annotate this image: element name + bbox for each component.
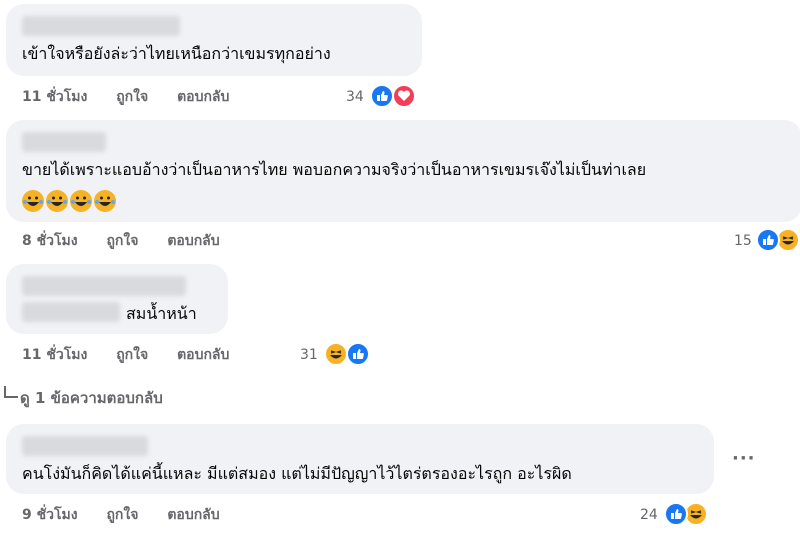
comment-actions: 8 ชั่วโมง ถูกใจ ตอบกลับ: [22, 232, 220, 250]
comment-actions: 9 ชั่วโมง ถูกใจ ตอบกลับ: [22, 506, 220, 524]
comment-text: สมน้ำหน้า: [126, 304, 197, 323]
reply-arrow-icon: [4, 386, 18, 398]
reply-button[interactable]: ตอบกลับ: [177, 347, 229, 363]
like-button[interactable]: ถูกใจ: [116, 347, 148, 363]
reaction-count[interactable]: 24: [640, 506, 658, 524]
comment-text: คนโง่มันก็คิดได้แค่นี้แหละ มีแต่สมอง แต่…: [22, 464, 572, 483]
view-replies-label: ดู 1 ข้อความตอบกลับ: [20, 389, 163, 407]
love-icon[interactable]: [392, 84, 416, 108]
like-button[interactable]: ถูกใจ: [106, 507, 138, 523]
comment-actions: 11 ชั่วโมง ถูกใจ ตอบกลับ: [22, 346, 229, 364]
timestamp-link[interactable]: 11 ชั่วโมง: [22, 89, 87, 105]
timestamp-link[interactable]: 11 ชั่วโมง: [22, 347, 87, 363]
timestamp-link[interactable]: 9 ชั่วโมง: [22, 507, 78, 523]
laugh-tears-emoji: [70, 190, 92, 212]
reaction-count[interactable]: 34: [346, 88, 364, 106]
comment-text: ขายได้เพราะแอบอ้างว่าเป็นอาหารไทย พอบอกค…: [22, 160, 647, 179]
author-name-redacted[interactable]: [22, 276, 186, 296]
laugh-tears-emoji: [22, 190, 44, 212]
like-icon[interactable]: [756, 228, 780, 252]
reaction-count[interactable]: 31: [300, 346, 318, 364]
comment-bubble: ขายได้เพราะแอบอ้างว่าเป็นอาหารไทย พอบอกค…: [6, 120, 800, 222]
reply-button[interactable]: ตอบกลับ: [167, 233, 219, 249]
reply-button[interactable]: ตอบกลับ: [177, 89, 229, 105]
more-options-icon[interactable]: ···: [732, 448, 756, 469]
emoji-row: [22, 190, 122, 214]
like-button[interactable]: ถูกใจ: [116, 89, 148, 105]
comment-actions: 11 ชั่วโมง ถูกใจ ตอบกลับ: [22, 88, 229, 106]
author-name-redacted: [22, 302, 120, 322]
comment-text: เข้าใจหรือยังล่ะว่าไทยเหนือกว่าเขมรทุกอย…: [22, 44, 331, 63]
comment-bubble: สมน้ำหน้า: [6, 264, 228, 334]
like-button[interactable]: ถูกใจ: [106, 233, 138, 249]
author-name-redacted[interactable]: [22, 436, 148, 456]
reaction-count[interactable]: 15: [734, 232, 752, 250]
like-icon[interactable]: [346, 342, 370, 366]
laugh-tears-emoji: [46, 190, 68, 212]
like-icon[interactable]: [370, 84, 394, 108]
timestamp-link[interactable]: 8 ชั่วโมง: [22, 233, 78, 249]
view-replies-link[interactable]: ดู 1 ข้อความตอบกลับ: [4, 384, 224, 408]
laugh-tears-emoji: [94, 190, 116, 212]
comment-bubble: เข้าใจหรือยังล่ะว่าไทยเหนือกว่าเขมรทุกอย…: [6, 4, 422, 76]
reply-button[interactable]: ตอบกลับ: [167, 507, 219, 523]
author-name-redacted[interactable]: [22, 16, 180, 36]
like-icon[interactable]: [664, 502, 688, 526]
haha-icon[interactable]: [324, 342, 348, 366]
author-name-redacted[interactable]: [22, 132, 106, 152]
comment-bubble: คนโง่มันก็คิดได้แค่นี้แหละ มีแต่สมอง แต่…: [6, 424, 714, 494]
